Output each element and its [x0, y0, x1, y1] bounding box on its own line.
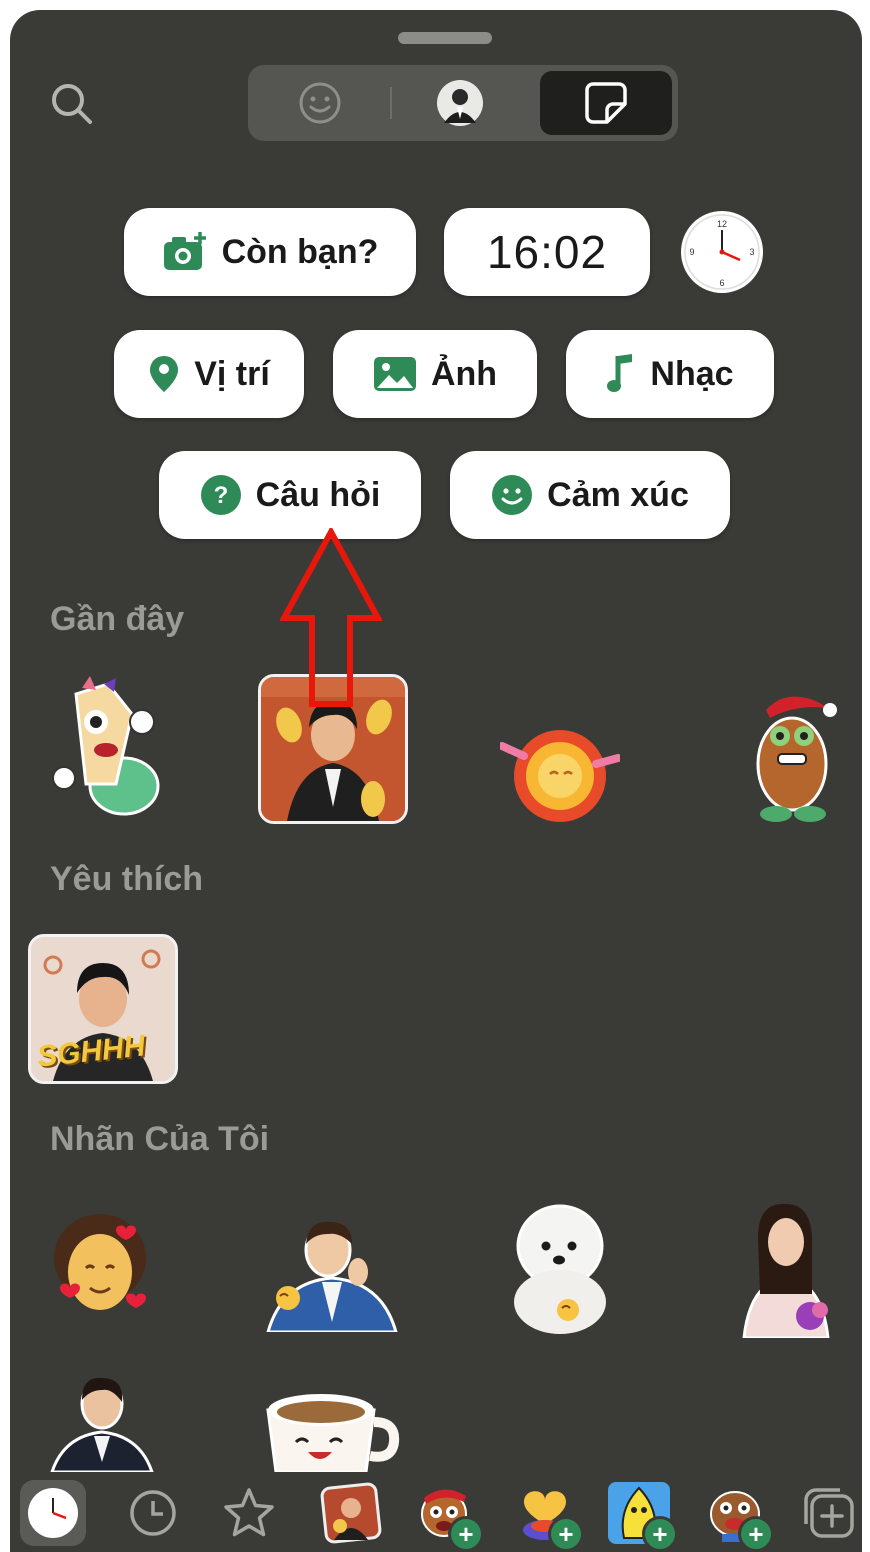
smiley-icon	[299, 82, 341, 124]
sticker-white-puppy[interactable]	[498, 1196, 622, 1336]
image-icon	[373, 356, 417, 392]
sticker-man-blue-suit[interactable]	[262, 1212, 402, 1334]
photo-button[interactable]: Ảnh	[333, 330, 537, 418]
location-label: Vị trí	[194, 354, 270, 393]
add-pack-icon[interactable]: +	[548, 1516, 584, 1552]
question-label: Câu hỏi	[255, 475, 381, 514]
bottom-recent-tab[interactable]	[120, 1480, 186, 1546]
bottom-pack-yellow-creature[interactable]: +	[606, 1480, 678, 1552]
music-label: Nhạc	[650, 354, 734, 393]
svg-text:6: 6	[719, 278, 724, 288]
search-icon[interactable]	[46, 78, 98, 130]
bottom-pack-cartoon[interactable]: +	[412, 1480, 484, 1552]
sticker-recent-christmas-bean[interactable]	[748, 688, 838, 824]
map-pin-icon	[148, 354, 180, 394]
drag-handle[interactable]	[398, 32, 492, 44]
music-button[interactable]: Nhạc	[566, 330, 774, 418]
your-turn-label: Còn bạn?	[221, 232, 379, 271]
profile-avatar	[437, 80, 483, 126]
add-pack-icon[interactable]: +	[448, 1516, 484, 1552]
history-icon	[130, 1490, 176, 1536]
bottom-pack-monster[interactable]: +	[702, 1480, 774, 1552]
analog-clock-sticker[interactable]: 12 3 6 9	[680, 210, 764, 294]
clock-sticker-icon	[28, 1488, 78, 1538]
sticker-recent-sun[interactable]	[498, 726, 622, 826]
photo-sticker-icon	[320, 1482, 382, 1544]
add-sticker-icon	[804, 1488, 854, 1538]
bottom-pack-heart[interactable]: +	[512, 1480, 584, 1552]
time-label: 16:02	[486, 226, 608, 278]
bottom-clock-tab[interactable]	[20, 1480, 86, 1546]
star-icon	[224, 1488, 274, 1537]
section-recent-title: Gần đây	[50, 600, 185, 638]
add-sticker-button[interactable]	[796, 1480, 862, 1546]
music-note-icon	[606, 352, 636, 396]
sticker-woman-flowers[interactable]	[740, 1198, 834, 1340]
svg-text:12: 12	[717, 219, 727, 229]
your-turn-button[interactable]: Còn bạn?	[124, 208, 416, 296]
location-button[interactable]: Vị trí	[114, 330, 304, 418]
question-circle-icon: ?	[200, 474, 242, 516]
tab-avatar[interactable]	[392, 71, 528, 135]
smiley-icon	[491, 474, 533, 516]
sticker-icon	[585, 82, 627, 124]
section-my-stickers-title: Nhãn Của Tôi	[50, 1120, 270, 1158]
sticker-type-segmented-control	[248, 65, 678, 141]
time-sticker-button[interactable]: 16:02	[444, 208, 650, 296]
emotion-button[interactable]: Cảm xúc	[450, 451, 730, 539]
svg-text:?: ?	[213, 482, 228, 509]
sticker-man-portrait[interactable]	[49, 1370, 155, 1474]
section-favorites-title: Yêu thích	[50, 860, 204, 898]
sticker-favorite-person[interactable]: SGHHH	[28, 934, 178, 1084]
svg-text:9: 9	[689, 247, 694, 257]
add-pack-icon[interactable]: +	[738, 1516, 774, 1552]
tab-sticker[interactable]	[540, 71, 672, 135]
question-button[interactable]: ? Câu hỏi	[159, 451, 421, 539]
sticker-memoji-hearts[interactable]	[50, 1206, 154, 1324]
svg-text:3: 3	[749, 247, 754, 257]
camera-add-icon	[162, 232, 208, 272]
bottom-favorites-tab[interactable]	[216, 1480, 282, 1546]
sticker-sheet: Còn bạn? 16:02 12 3 6 9 Vị trí Ảnh Nhạc …	[10, 10, 862, 1552]
bottom-photo-sticker[interactable]	[318, 1480, 384, 1546]
red-arrow-annotation	[280, 528, 382, 707]
photo-label: Ảnh	[430, 354, 498, 393]
add-pack-icon[interactable]: +	[642, 1516, 678, 1552]
tab-emoji[interactable]	[252, 71, 388, 135]
sticker-coffee-cup[interactable]	[260, 1386, 400, 1474]
sticker-recent-cartoon-unicorn[interactable]	[46, 674, 166, 824]
emotion-label: Cảm xúc	[547, 475, 689, 514]
